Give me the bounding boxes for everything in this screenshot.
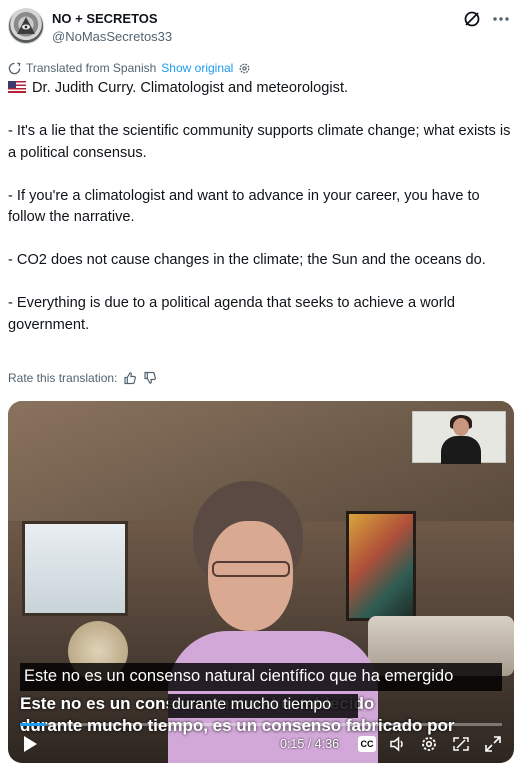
show-original-link[interactable]: Show original (161, 61, 233, 75)
handle[interactable]: @NoMasSecretos33 (52, 29, 172, 44)
thumbs-down-icon[interactable] (143, 371, 157, 385)
tweet-paragraph-1: - It's a lie that the scientific communi… (8, 123, 511, 161)
closed-captions-button[interactable]: CC (358, 736, 376, 752)
more-icon[interactable] (491, 10, 511, 28)
tweet-paragraph-2: - If you're a climatologist and want to … (8, 187, 480, 226)
grok-icon[interactable] (463, 10, 481, 28)
pip-icon[interactable] (452, 735, 470, 753)
progress-bar[interactable] (20, 723, 502, 726)
video-window (22, 521, 128, 616)
rate-translation-label: Rate this translation: (8, 371, 118, 385)
settings-gear-icon[interactable] (420, 735, 438, 753)
thumbs-up-icon[interactable] (123, 371, 137, 385)
time-separator: / (307, 737, 312, 751)
progress-fill (20, 723, 47, 726)
video-player[interactable]: Este no es un consenso natural científic… (8, 401, 514, 763)
translated-label: Translated from Spanish (26, 61, 157, 75)
display-name[interactable]: NO + SECRETOS (52, 11, 158, 26)
translate-icon (8, 61, 21, 74)
eye-pyramid-icon (17, 17, 35, 34)
us-flag-icon (8, 81, 26, 93)
tweet-paragraph-4: - Everything is due to a political agend… (8, 295, 455, 333)
rate-translation: Rate this translation: (8, 371, 157, 385)
play-icon[interactable] (22, 735, 38, 753)
video-controls: 0:15 / 4:36 CC (8, 723, 514, 763)
current-time: 0:15 (280, 737, 305, 751)
tweet-line-1: Dr. Judith Curry. Climatologist and mete… (32, 80, 349, 96)
video-inset-interpreter (412, 411, 506, 464)
tweet-paragraph-3: - CO2 does not cause changes in the clim… (8, 252, 486, 268)
volume-icon[interactable] (389, 735, 407, 753)
tweet-header: NO + SECRETOS @NoMasSecretos33 (8, 8, 513, 48)
duration: 4:36 (314, 737, 340, 751)
fullscreen-icon[interactable] (484, 735, 502, 753)
avatar[interactable] (8, 8, 44, 44)
time-display: 0:15 / 4:36 (280, 737, 339, 751)
caption-line-1: Este no es un consenso natural científic… (24, 667, 454, 685)
gear-icon[interactable] (238, 62, 251, 75)
tweet-text: Dr. Judith Curry. Climatologist and mete… (8, 78, 513, 336)
caption-line-2: durante mucho tiempo (168, 694, 358, 718)
translation-notice: Translated from Spanish Show original (8, 60, 251, 76)
